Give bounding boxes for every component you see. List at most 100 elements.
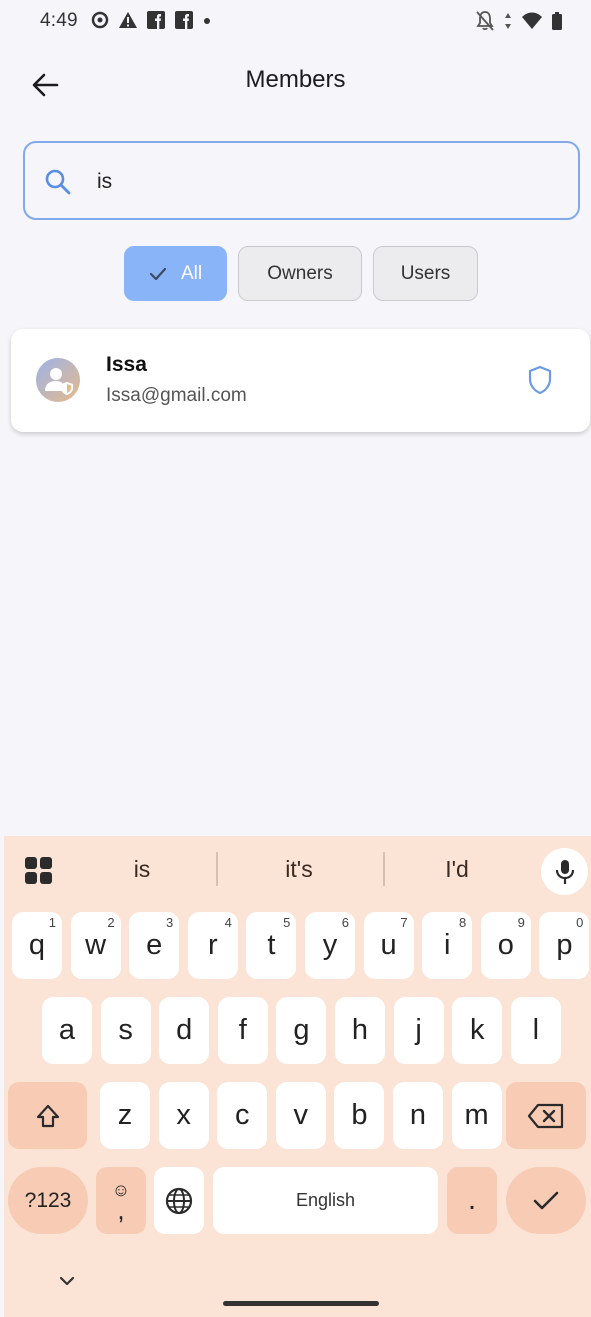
key-p[interactable]: p0 [539,912,590,979]
key-h[interactable]: h [335,997,385,1064]
language-key[interactable] [154,1167,204,1234]
key-hint-number: 8 [458,915,467,930]
key-hint-number: 3 [165,915,174,930]
key-v[interactable]: v [275,1082,326,1149]
keyboard: is it's I'd [4,836,591,1317]
key-g[interactable]: g [276,997,327,1064]
key-u[interactable]: u7 [363,912,414,979]
search-field[interactable] [23,141,580,220]
key-s[interactable]: s [100,997,151,1064]
key-q[interactable]: q1 [12,912,62,979]
globe-icon [165,1187,193,1214]
check-icon [149,267,167,280]
suggestion-bar: is it's I'd [4,836,591,906]
key-i[interactable]: i8 [422,912,473,979]
key-hint-number: 2 [107,915,115,930]
key-b[interactable]: b [334,1082,385,1149]
key-f[interactable]: f [217,997,268,1064]
suggestion-item[interactable]: it's [239,856,359,883]
battery-icon [552,12,562,30]
key-r[interactable]: r4 [187,912,238,979]
facebook-icon [175,11,193,29]
filter-chip-label: Owners [267,262,333,284]
key-label: f [238,1014,247,1046]
filter-chip-label: Users [400,262,451,284]
check-icon [533,1191,559,1209]
key-label: d [176,1014,193,1046]
suggestion-item[interactable]: is [82,856,202,883]
page-title: Members [245,66,346,93]
backspace-icon [527,1103,564,1128]
key-label: q [28,929,46,961]
key-label: l [532,1014,540,1046]
key-w[interactable]: w2 [70,912,121,979]
key-label: c [234,1099,250,1131]
status-time: 4:49 [40,10,78,31]
member-list-item[interactable]: Issa Issa@gmail.com [11,329,590,432]
key-k[interactable]: k [452,997,503,1064]
key-label: y [322,929,338,961]
dot-icon [204,18,210,24]
emoji-comma-key[interactable]: ☺ , [96,1167,146,1234]
space-key[interactable]: English [213,1167,438,1234]
comma-label: , [117,1194,125,1225]
key-d[interactable]: d [159,997,210,1064]
key-label: b [351,1099,368,1131]
chevron-down-icon[interactable] [52,1272,82,1292]
key-label: a [58,1014,76,1046]
gesture-nav-handle[interactable] [223,1301,379,1306]
key-x[interactable]: x [158,1082,209,1149]
filter-chip-all[interactable]: All [124,246,227,301]
filter-chip-owners[interactable]: Owners [238,246,362,301]
period-key[interactable]: . [447,1167,497,1234]
key-e[interactable]: e3 [129,912,180,979]
key-label: x [176,1099,191,1131]
key-label: u [380,929,397,961]
shift-icon [36,1104,59,1127]
suggestion-divider [216,852,218,886]
key-j[interactable]: j [393,997,444,1064]
filter-chip-users[interactable]: Users [373,246,478,301]
facebook-icon [147,11,165,29]
key-label: h [351,1014,369,1046]
key-n[interactable]: n [393,1082,443,1149]
key-y[interactable]: y6 [305,912,355,979]
key-z[interactable]: z [100,1082,150,1149]
mic-icon [555,859,574,884]
apps-grid-icon[interactable] [24,856,54,886]
user-shield-icon [45,368,73,395]
key-a[interactable]: a [42,997,92,1064]
key-label: w [85,929,107,961]
data-arrows-icon [505,13,511,29]
key-o[interactable]: o9 [480,912,531,979]
wifi-icon [522,12,542,29]
suggestion-item[interactable]: I'd [397,856,517,883]
key-c[interactable]: c [217,1082,268,1149]
key-label: p [556,929,573,961]
bell-off-icon [476,11,494,31]
backspace-key[interactable] [506,1082,586,1149]
key-hint-number: 7 [400,915,408,930]
key-m[interactable]: m [451,1082,502,1149]
key-hint-number: 4 [224,915,232,930]
mic-button[interactable] [541,848,588,895]
search-input[interactable] [97,165,537,199]
key-label: t [267,929,276,961]
key-t[interactable]: t5 [246,912,297,979]
key-label: g [293,1014,310,1046]
search-icon [45,169,71,195]
status-bar: 4:49 [0,0,591,46]
key-label: v [293,1099,309,1131]
enter-key[interactable] [506,1167,586,1234]
key-label: k [469,1014,485,1046]
filter-chip-label: All [180,262,203,284]
key-label: i [443,929,451,961]
shift-key[interactable] [8,1082,87,1149]
key-l[interactable]: l [510,997,561,1064]
shield-icon[interactable] [527,365,553,395]
avatar [36,358,80,402]
symbols-key[interactable]: ?123 [8,1167,88,1234]
key-label: z [117,1099,133,1131]
status-system-icons [475,10,563,32]
key-label: r [207,929,218,961]
